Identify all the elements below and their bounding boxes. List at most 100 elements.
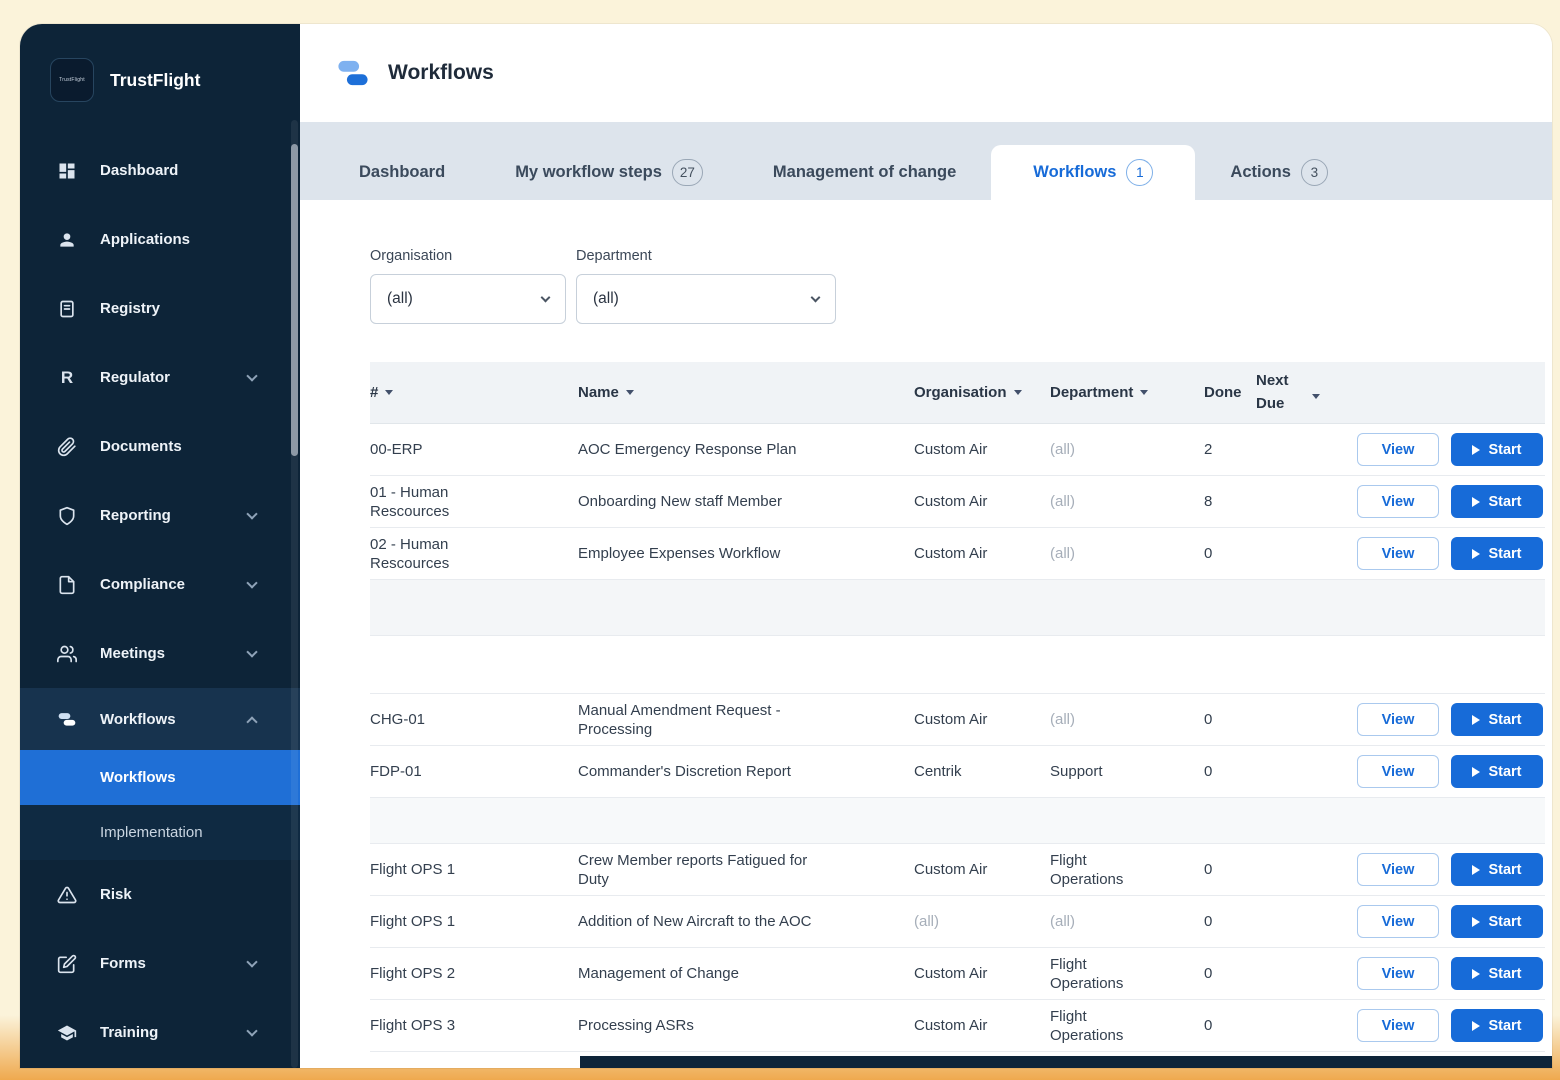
workflow-department: (all) <box>1050 492 1075 511</box>
view-button[interactable]: View <box>1357 853 1439 886</box>
group-separator <box>370 580 1545 636</box>
sidebar-item-documents[interactable]: Documents <box>20 412 300 481</box>
table-header-row: # Name Organisation Department Done <box>370 362 1545 424</box>
sidebar-scrollbar-thumb[interactable] <box>291 144 298 456</box>
workflow-organisation: Custom Air <box>914 492 1050 511</box>
start-button[interactable]: Start <box>1451 853 1543 886</box>
start-button[interactable]: Start <box>1451 485 1543 518</box>
tab-actions[interactable]: Actions 3 <box>1195 145 1363 200</box>
sidebar-item-registry[interactable]: Registry <box>20 274 300 343</box>
workflow-done-count: 0 <box>1204 912 1256 931</box>
sidebar-item-forms[interactable]: Forms <box>20 929 300 998</box>
workflow-done-count: 0 <box>1204 964 1256 983</box>
workflow-name: Onboarding New staff Member <box>578 492 782 511</box>
workflow-organisation: (all) <box>914 912 1050 931</box>
workflow-id: CHG-01 <box>370 710 425 729</box>
start-button[interactable]: Start <box>1451 433 1543 466</box>
department-filter-label: Department <box>576 248 836 264</box>
start-button[interactable]: Start <box>1451 703 1543 736</box>
sort-icon <box>1014 390 1022 395</box>
table-row: Flight OPS 1 Addition of New Aircraft to… <box>370 896 1545 948</box>
organisation-filter-label: Organisation <box>370 248 566 264</box>
chevron-down-icon <box>811 293 821 303</box>
workflow-name: Crew Member reports Fatigued for Duty <box>578 851 830 889</box>
person-icon <box>56 229 78 251</box>
tab-dashboard[interactable]: Dashboard <box>324 145 480 200</box>
tab-content: Organisation (all) Department (all) <box>300 200 1552 1052</box>
view-button[interactable]: View <box>1357 1009 1439 1042</box>
organisation-select[interactable]: (all) <box>370 274 566 324</box>
workflow-name: Addition of New Aircraft to the AOC <box>578 912 811 931</box>
tab-my-workflow-steps[interactable]: My workflow steps 27 <box>480 145 738 200</box>
workflow-id: FDP-01 <box>370 762 422 781</box>
play-icon <box>1472 549 1480 559</box>
tab-bar: Dashboard My workflow steps 27 Managemen… <box>300 122 1552 200</box>
play-icon <box>1472 767 1480 777</box>
department-select[interactable]: (all) <box>576 274 836 324</box>
workflow-name: AOC Emergency Response Plan <box>578 440 796 459</box>
workflow-id: Flight OPS 1 <box>370 912 455 931</box>
play-icon <box>1472 445 1480 455</box>
sidebar-item-meetings[interactable]: Meetings <box>20 619 300 688</box>
sidebar-item-dashboard[interactable]: Dashboard <box>20 136 300 205</box>
tab-workflows[interactable]: Workflows 1 <box>991 145 1195 200</box>
chevron-up-icon <box>246 716 257 727</box>
workflow-id: 00-ERP <box>370 440 423 459</box>
sidebar: TrustFlight TrustFlight Dashboard Applic… <box>20 24 300 1068</box>
workflow-department: (all) <box>1050 440 1075 459</box>
tab-badge: 3 <box>1301 159 1328 186</box>
chevron-down-icon <box>246 646 257 657</box>
start-button[interactable]: Start <box>1451 957 1543 990</box>
sidebar-item-risk[interactable]: Risk <box>20 860 300 929</box>
page-header: Workflows <box>300 24 1552 122</box>
workflow-organisation: Custom Air <box>914 544 1050 563</box>
workflow-name: Management of Change <box>578 964 739 983</box>
column-header-id[interactable]: # <box>370 384 578 401</box>
sidebar-item-reporting[interactable]: Reporting <box>20 481 300 550</box>
view-button[interactable]: View <box>1357 537 1439 570</box>
horizontal-scrollbar[interactable] <box>580 1056 1552 1068</box>
table-row: Flight OPS 2 Management of Change Custom… <box>370 948 1545 1000</box>
workflow-id: Flight OPS 3 <box>370 1016 455 1035</box>
view-button[interactable]: View <box>1357 905 1439 938</box>
view-button[interactable]: View <box>1357 957 1439 990</box>
view-button[interactable]: View <box>1357 755 1439 788</box>
column-header-done[interactable]: Done <box>1204 384 1256 401</box>
view-button[interactable]: View <box>1357 485 1439 518</box>
workflow-done-count: 0 <box>1204 1016 1256 1035</box>
workflow-department: (all) <box>1050 912 1075 931</box>
workflow-organisation: Custom Air <box>914 860 1050 879</box>
column-header-next-due[interactable]: Next Due <box>1256 370 1352 415</box>
play-icon <box>1472 497 1480 507</box>
registry-card-icon <box>56 298 78 320</box>
sidebar-subitem-implementation[interactable]: Implementation <box>20 805 300 860</box>
paperclip-icon <box>56 436 78 458</box>
sidebar-item-workflows[interactable]: Workflows <box>20 688 300 750</box>
play-icon <box>1472 917 1480 927</box>
start-button[interactable]: Start <box>1451 755 1543 788</box>
edit-form-icon <box>56 953 78 975</box>
start-button[interactable]: Start <box>1451 1009 1543 1042</box>
workflow-department: Flight Operations <box>1050 955 1132 993</box>
column-header-name[interactable]: Name <box>578 384 914 401</box>
view-button[interactable]: View <box>1357 703 1439 736</box>
sidebar-item-regulator[interactable]: R Regulator <box>20 343 300 412</box>
play-icon <box>1472 969 1480 979</box>
start-button[interactable]: Start <box>1451 905 1543 938</box>
sidebar-subitem-workflows[interactable]: Workflows <box>20 750 300 805</box>
column-header-organisation[interactable]: Organisation <box>914 384 1050 401</box>
start-button[interactable]: Start <box>1451 537 1543 570</box>
table-row: 01 - Human Rescources Onboarding New sta… <box>370 476 1545 528</box>
sidebar-item-applications[interactable]: Applications <box>20 205 300 274</box>
tab-management-of-change[interactable]: Management of change <box>738 145 991 200</box>
view-button[interactable]: View <box>1357 433 1439 466</box>
department-filter: Department (all) <box>576 248 836 324</box>
sidebar-item-compliance[interactable]: Compliance <box>20 550 300 619</box>
tab-badge: 27 <box>672 159 703 186</box>
column-header-department[interactable]: Department <box>1050 384 1204 401</box>
workflow-name: Processing ASRs <box>578 1016 694 1035</box>
sidebar-item-training[interactable]: Training <box>20 998 300 1067</box>
table-row: Flight OPS 1 Crew Member reports Fatigue… <box>370 844 1545 896</box>
file-icon <box>56 574 78 596</box>
workflows-submenu: Workflows Implementation <box>20 750 300 860</box>
